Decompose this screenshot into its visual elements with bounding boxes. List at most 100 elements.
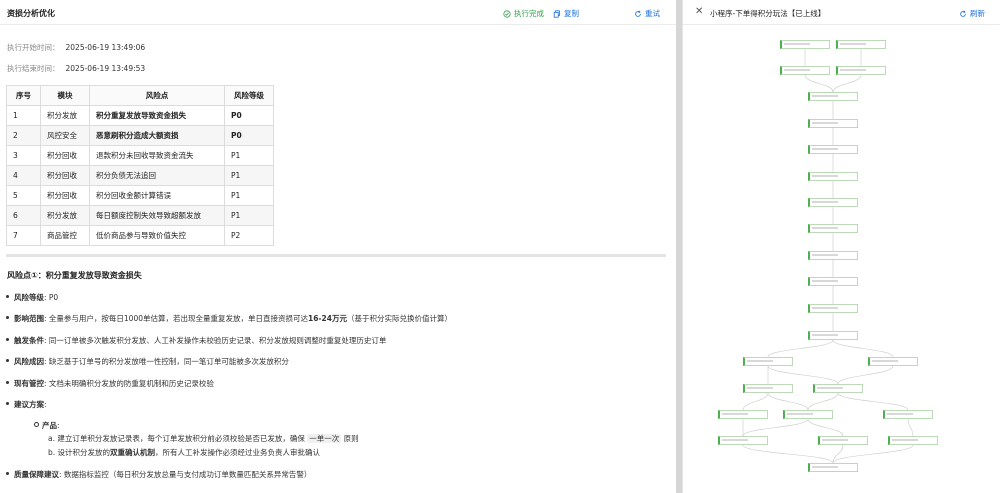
flow-node[interactable] — [883, 410, 933, 419]
cell-level: P0 — [224, 105, 274, 126]
flow-node[interactable] — [808, 463, 858, 472]
flow-node-label — [747, 360, 773, 362]
table-row: 3 积分回收 退款积分未回收导致资金流失 P1 — [6, 145, 274, 166]
flow-node[interactable] — [868, 357, 918, 366]
close-icon[interactable]: ✕ — [695, 6, 703, 17]
table-row: 5 积分回收 积分回收金额计算错误 P1 — [6, 185, 274, 206]
suggest-item-b: b. 设计积分发放的双重确认机制，所有人工补发操作必须经过业务负责人审批确认 — [48, 447, 320, 458]
impact-label: 影响范围 — [14, 314, 44, 323]
table-row: 6 积分发放 每日额度控制失效导致超额发放 P1 — [6, 205, 274, 226]
flow-node[interactable] — [718, 436, 768, 445]
flow-node[interactable] — [808, 331, 858, 340]
flow-edge — [837, 392, 909, 411]
cell-risk: 每日额度控制失效导致超额发放 — [89, 205, 225, 226]
status-text: 执行完成 — [514, 9, 544, 18]
flow-edge — [832, 74, 862, 93]
cell-risk: 低价商品参与导致价值失控 — [89, 225, 225, 246]
trigger-item: 触发条件: 同一订单被多次触发积分发放、人工补发操作未校验历史记录、积分发放规则… — [5, 335, 387, 346]
cell-level: P1 — [224, 185, 274, 206]
refresh-icon — [960, 10, 966, 17]
flow-node-label — [812, 227, 838, 229]
flow-edge — [767, 339, 834, 358]
flow-node[interactable] — [783, 410, 833, 419]
flow-node[interactable] — [780, 40, 830, 49]
control-label: 现有管控 — [14, 379, 44, 388]
cell-no: 7 — [6, 225, 41, 246]
flow-node-label — [840, 43, 866, 45]
flow-node-label — [812, 254, 838, 256]
copy-button[interactable]: 复制 — [553, 8, 579, 19]
flow-node-label — [812, 175, 838, 177]
refresh-button[interactable]: 刷新 — [959, 8, 985, 19]
suggest-item: 建议方案: — [6, 399, 47, 410]
flow-node[interactable] — [818, 436, 868, 445]
flow-node[interactable] — [836, 40, 886, 49]
cell-no: 4 — [6, 165, 41, 186]
flow-node[interactable] — [888, 436, 938, 445]
flow-node-label — [812, 122, 838, 124]
flow-panel: ✕ 小程序-下单得积分玩法【已上线】 刷新 — [682, 0, 1000, 493]
suggest-label: 建议方案 — [14, 400, 44, 409]
flow-node[interactable] — [808, 304, 858, 313]
flow-node[interactable] — [808, 251, 858, 260]
flow-node[interactable] — [718, 410, 768, 419]
suggest-item-a: a. 建立订单积分发放记录表，每个订单发放积分前必须校验是否已发放，确保 一单一… — [48, 433, 359, 444]
suggest-suffix: : — [44, 400, 47, 409]
control-item: 现有管控: 文档未明确积分发放的防重复机制和历史记录校验 — [6, 378, 214, 389]
table-row: 4 积分回收 积分负债无法追回 P1 — [6, 165, 274, 186]
flow-edge — [907, 418, 914, 437]
flow-header: ✕ 小程序-下单得积分玩法【已上线】 刷新 — [683, 0, 1000, 25]
risk-level-item: 风险等级: P0 — [5, 292, 58, 303]
flow-node-label — [722, 439, 748, 441]
copy-icon — [553, 9, 560, 18]
product-label: 产品 — [42, 421, 57, 430]
flow-node-label — [887, 413, 913, 415]
flow-node-label — [840, 69, 866, 71]
flow-node[interactable] — [813, 384, 863, 393]
flow-edge — [832, 444, 844, 464]
risk-detail-title: 风险点①：积分重复发放导致资金损失 — [7, 271, 142, 280]
cell-module: 积分回收 — [40, 185, 90, 206]
flow-edge — [742, 418, 809, 437]
flow-node[interactable] — [836, 66, 886, 75]
flow-node[interactable] — [808, 198, 858, 207]
start-time-label: 执行开始时间： — [7, 43, 60, 52]
check-circle-icon — [503, 9, 511, 18]
cell-module: 积分发放 — [40, 205, 90, 226]
flow-node[interactable] — [808, 172, 858, 181]
retry-button[interactable]: 重试 — [634, 8, 660, 19]
end-time-label: 执行结束时间： — [7, 64, 60, 73]
flow-diagram[interactable] — [683, 26, 1000, 493]
section-divider — [6, 254, 666, 257]
refresh-icon — [635, 10, 641, 17]
cell-module: 积分回收 — [40, 145, 90, 166]
flow-node-label — [812, 148, 838, 150]
cell-level: P1 — [224, 205, 274, 226]
table-row: 2 风控安全 恶意刷积分造成大额资损 P0 — [6, 125, 274, 146]
flow-node[interactable] — [808, 145, 858, 154]
flow-node[interactable] — [743, 384, 793, 393]
flow-node-label — [812, 280, 838, 282]
flow-node-label — [822, 439, 848, 441]
flow-node[interactable] — [808, 92, 858, 101]
flow-node[interactable] — [808, 277, 858, 286]
cause-label: 风险成因 — [14, 357, 44, 366]
flow-edge — [837, 365, 894, 385]
flow-edge — [807, 418, 844, 437]
refresh-label: 刷新 — [970, 9, 985, 18]
trigger-text: : 同一订单被多次触发积分发放、人工补发操作未校验历史记录、积分发放规则调整时重… — [44, 336, 387, 345]
flow-node[interactable] — [780, 66, 830, 75]
analysis-title: 资损分析优化 — [7, 9, 55, 18]
item-b-suffix: ，所有人工补发操作必须经过业务负责人审批确认 — [155, 448, 321, 457]
status-badge: 执行完成 — [503, 8, 544, 19]
cell-module: 积分回收 — [40, 165, 90, 186]
item-b-bold: 双重确认机制 — [110, 448, 156, 457]
cell-level: P1 — [224, 165, 274, 186]
flow-node-label — [872, 360, 898, 362]
flow-node[interactable] — [808, 119, 858, 128]
cause-text: : 缺乏基于订单号的积分发放唯一性控制，同一笔订单可能被多次发放积分 — [44, 357, 289, 366]
flow-node[interactable] — [808, 224, 858, 233]
table-row: 7 商品管控 低价商品参与导致价值失控 P2 — [6, 225, 274, 246]
analysis-panel: 资损分析优化 执行完成 复制 重试 执行开始时间： 2025-06-19 13:4… — [0, 0, 676, 493]
flow-node[interactable] — [743, 357, 793, 366]
